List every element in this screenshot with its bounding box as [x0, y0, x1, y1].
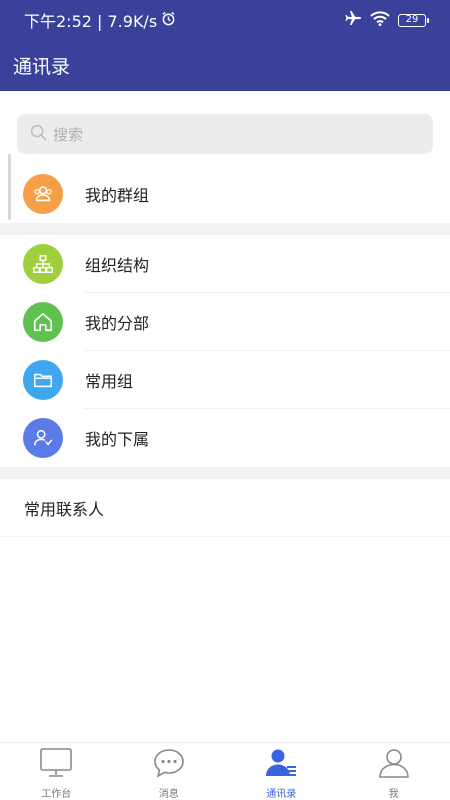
tab-me[interactable]: 我 [338, 743, 450, 800]
section-title-label: 常用联系人 [24, 499, 105, 519]
tab-label: 我 [388, 789, 399, 800]
tab-workbench[interactable]: 工作台 [0, 743, 113, 800]
list-item-common-groups[interactable]: 常用组 [0, 351, 450, 409]
tab-contacts[interactable]: 通讯录 [225, 743, 338, 800]
wifi-icon [370, 10, 390, 30]
list-item-label: 常用组 [85, 372, 134, 391]
list-item-org-structure[interactable]: 组织结构 [0, 235, 450, 293]
section-divider [0, 467, 450, 479]
page-title: 通讯录 [13, 56, 71, 78]
status-time-speed: 下午2:52 | 7.9K/s [24, 12, 158, 31]
status-bar: 下午2:52 | 7.9K/s 29 [0, 0, 450, 40]
folder-icon [23, 360, 63, 400]
list-item-label: 我的下属 [85, 430, 150, 449]
status-left: 下午2:52 | 7.9K/s [24, 8, 344, 32]
tab-label: 通讯录 [266, 789, 297, 800]
search-placeholder: 搜索 [53, 125, 84, 144]
tab-messages[interactable]: 消息 [113, 743, 226, 800]
profile-icon [377, 747, 411, 783]
list-item-label: 组织结构 [85, 256, 150, 275]
list-item-my-groups[interactable]: 我的群组 [0, 165, 450, 223]
battery-indicator: 29 [398, 13, 429, 27]
list-item-my-branch[interactable]: 我的分部 [0, 293, 450, 351]
airplane-icon [344, 10, 362, 30]
section-divider [0, 223, 450, 235]
subordinate-icon [23, 418, 63, 458]
app-header: 通讯录 [0, 40, 450, 91]
home-icon [23, 302, 63, 342]
scrollbar[interactable] [8, 154, 11, 220]
list-item-my-subordinates[interactable]: 我的下属 [0, 409, 450, 467]
alarm-icon [161, 11, 176, 30]
list-item-label: 我的分部 [85, 314, 150, 333]
contacts-content: 搜索 我的群组 组织结构 我的分部 常用组 我的下属 常用联系人 [0, 91, 450, 537]
status-right: 29 [344, 10, 429, 30]
monitor-icon [39, 747, 73, 783]
list-item-label: 我的群组 [85, 186, 150, 205]
search-container: 搜索 [0, 91, 450, 165]
org-chart-icon [23, 244, 63, 284]
bottom-tab-bar: 工作台 消息 通讯录 我 [0, 742, 450, 800]
tab-label: 工作台 [41, 789, 72, 800]
contacts-icon [264, 747, 298, 783]
tab-label: 消息 [158, 789, 179, 800]
section-title-frequent-contacts: 常用联系人 [0, 479, 450, 537]
search-input[interactable]: 搜索 [17, 114, 433, 154]
search-icon [30, 124, 47, 145]
message-icon [152, 747, 186, 783]
group-icon [23, 174, 63, 214]
